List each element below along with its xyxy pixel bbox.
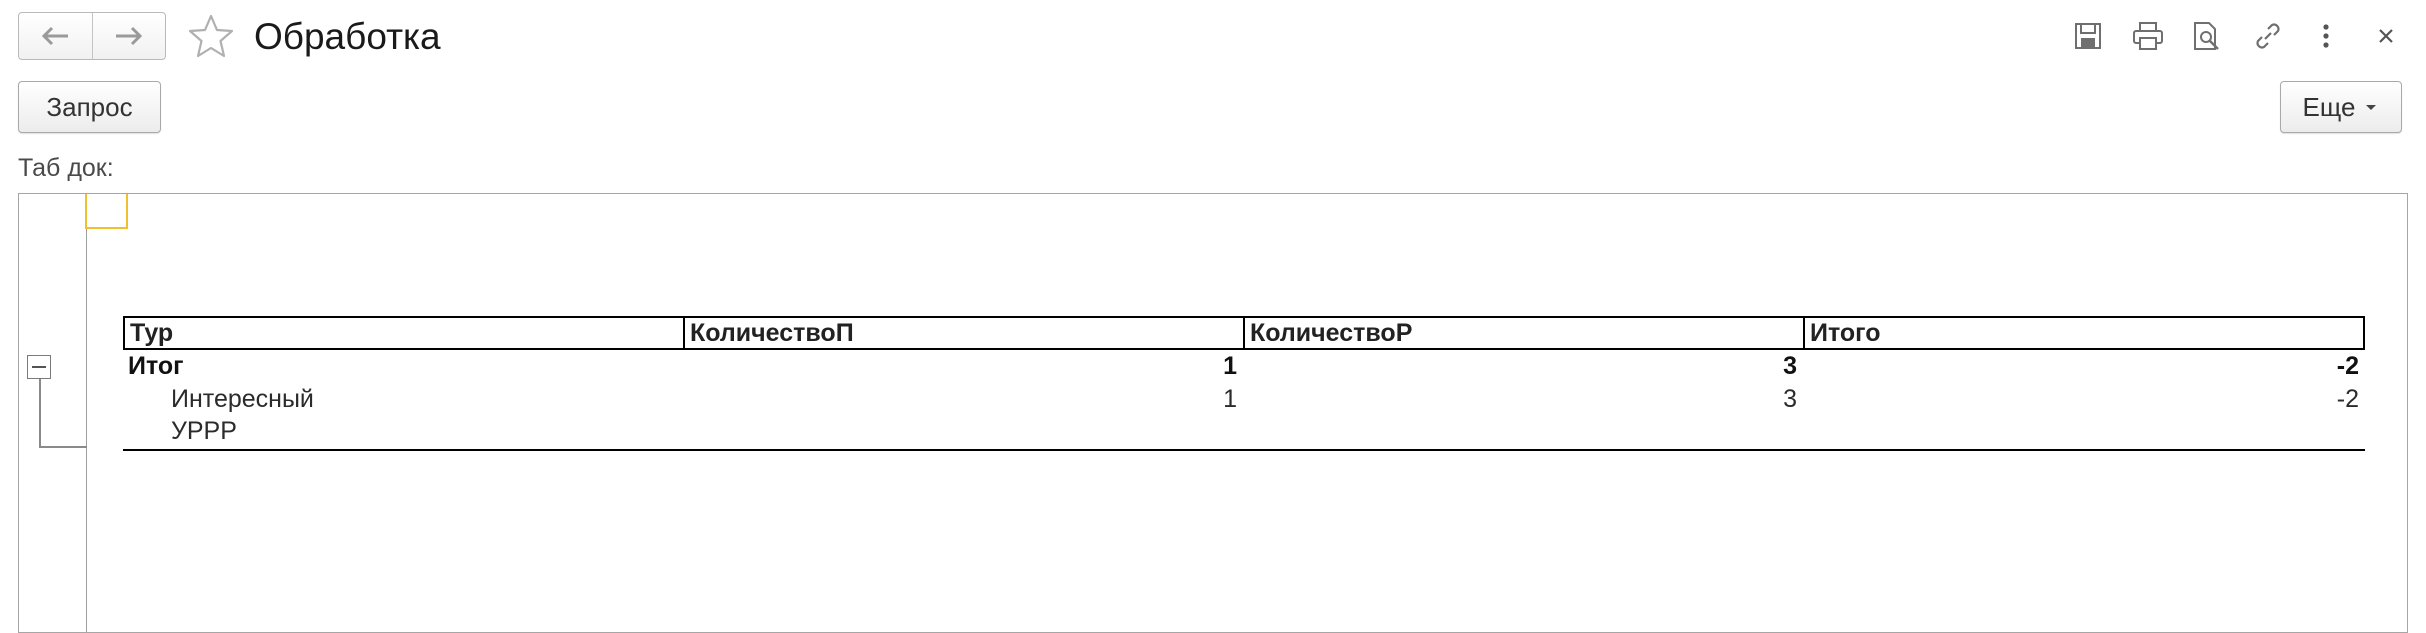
history-nav	[18, 12, 166, 60]
detail-row-label-line2: УРРР	[171, 417, 237, 445]
save-icon[interactable]	[2068, 16, 2108, 56]
report-bottom-rule	[123, 449, 2365, 451]
chevron-down-icon	[2366, 105, 2377, 110]
window-title: Обработка	[254, 16, 441, 57]
column-header-qty-r: КоличествоР	[1243, 316, 1805, 350]
close-icon[interactable]	[2366, 16, 2406, 56]
more-vertical-icon[interactable]	[2306, 16, 2346, 56]
arrow-left-icon	[42, 26, 69, 46]
group-bracket-end	[39, 446, 87, 448]
favorite-star-icon[interactable]	[186, 12, 236, 62]
column-header-qty-p: КоличествоП	[683, 316, 1245, 350]
print-icon[interactable]	[2128, 16, 2168, 56]
field-label: Таб док:	[18, 154, 114, 182]
more-button[interactable]: Еще	[2280, 81, 2402, 133]
total-row-total: -2	[2336, 352, 2359, 380]
total-row-label: Итог	[128, 352, 184, 380]
forward-button[interactable]	[91, 13, 166, 59]
query-button[interactable]: Запрос	[18, 81, 161, 133]
spreadsheet-document[interactable]: Тур КоличествоП КоличествоР Итого Итог 1…	[18, 193, 2408, 633]
column-header-tour: Тур	[123, 316, 685, 350]
more-button-label: Еще	[2302, 91, 2356, 122]
detail-row-label-line1: Интересный	[171, 385, 314, 413]
grouping-gutter	[19, 194, 87, 632]
back-button[interactable]	[19, 13, 92, 59]
detail-row-qty-r: 3	[1783, 385, 1797, 413]
group-collapse-toggle[interactable]	[27, 355, 51, 379]
column-header-total: Итого	[1803, 316, 2365, 350]
link-icon[interactable]	[2248, 16, 2288, 56]
group-bracket-line	[39, 379, 41, 447]
active-cell-cursor	[85, 194, 128, 229]
arrow-right-icon	[115, 26, 142, 46]
detail-row-total: -2	[2336, 385, 2359, 413]
total-row-qty-p: 1	[1223, 352, 1237, 380]
preview-icon[interactable]	[2187, 16, 2227, 56]
detail-row-qty-p: 1	[1223, 385, 1237, 413]
total-row-qty-r: 3	[1783, 352, 1797, 380]
